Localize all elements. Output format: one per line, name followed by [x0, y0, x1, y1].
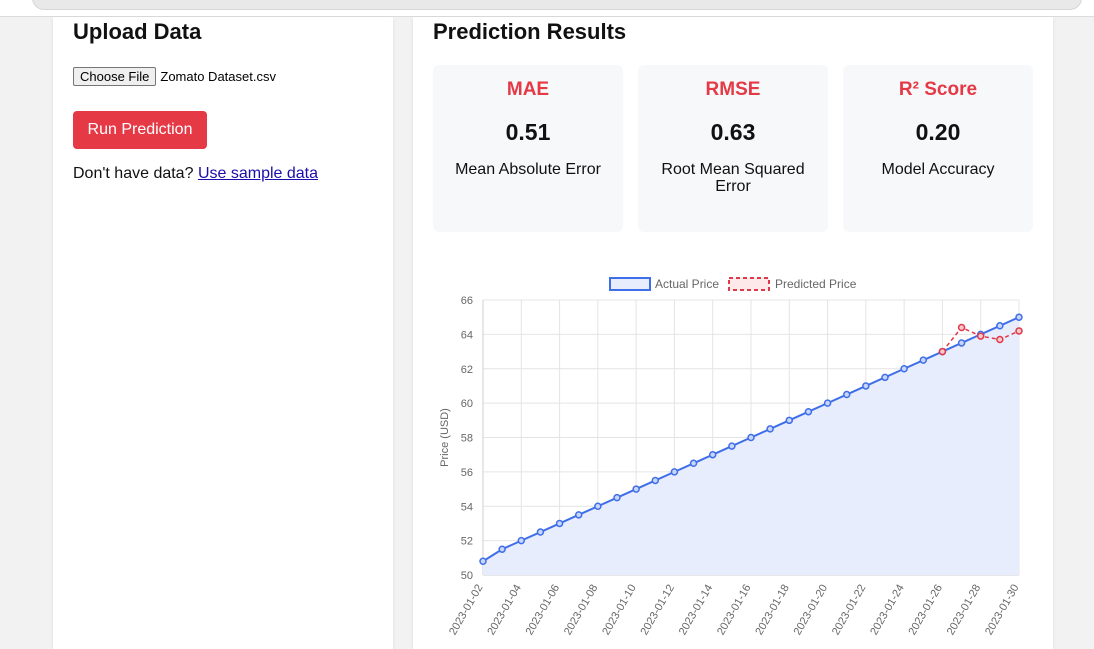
metric-description: Root Mean Squared Error	[661, 161, 805, 195]
y-tick-label: 56	[461, 467, 473, 479]
x-tick-label: 2023-01-24	[868, 583, 907, 638]
actual-price-point	[498, 545, 506, 553]
legend-label-predicted: Predicted Price	[775, 277, 857, 291]
metric-card-r2: R² Score 0.20 Model Accuracy	[843, 65, 1033, 232]
actual-price-point	[881, 373, 889, 382]
predicted-price-point	[1015, 327, 1023, 335]
legend-swatch-actual	[609, 277, 651, 291]
x-tick-label: 2023-01-12	[638, 583, 677, 638]
selected-file-name: Zomato Dataset.csv	[160, 69, 276, 84]
predicted-price-point	[938, 347, 947, 356]
y-tick-label: 60	[461, 398, 473, 410]
actual-price-point	[594, 502, 602, 510]
actual-price-point	[574, 511, 583, 519]
y-axis-title: Price (USD)	[439, 408, 451, 467]
run-prediction-button[interactable]: Run Prediction	[73, 111, 207, 149]
actual-price-point	[842, 390, 851, 399]
actual-price-point	[766, 425, 774, 433]
metric-description: Mean Absolute Error	[455, 161, 601, 178]
predicted-price-point	[976, 332, 985, 340]
x-tick-label: 2023-01-28	[945, 583, 984, 638]
actual-price-point	[804, 407, 813, 416]
browser-toolbar	[0, 0, 1094, 17]
results-heading: Prediction Results	[433, 19, 627, 44]
actual-price-point	[996, 322, 1004, 330]
y-tick-label: 62	[461, 364, 473, 376]
y-tick-label: 52	[461, 536, 473, 548]
actual-price-point	[689, 459, 698, 468]
actual-price-point	[1015, 313, 1023, 321]
metric-title: R² Score	[898, 79, 978, 100]
x-tick-label: 2023-01-26	[906, 583, 945, 638]
y-tick-label: 54	[461, 501, 473, 513]
x-tick-label: 2023-01-16	[715, 583, 754, 638]
x-tick-label: 2023-01-04	[485, 583, 524, 638]
x-tick-label: 2023-01-20	[792, 583, 831, 638]
use-sample-data-link[interactable]: Use sample data	[198, 165, 318, 182]
sample-data-prompt: Don't have data?	[73, 165, 194, 182]
upload-heading: Upload Data	[73, 19, 202, 44]
actual-price-point	[785, 416, 794, 425]
metric-card-mae: MAE 0.51 Mean Absolute Error	[433, 65, 623, 232]
actual-price-point	[517, 536, 526, 545]
metric-value: 0.51	[505, 119, 551, 145]
x-tick-label: 2023-01-02	[447, 583, 486, 638]
x-tick-label: 2023-01-30	[983, 583, 1022, 638]
metric-value: 0.20	[915, 119, 961, 145]
actual-price-point	[670, 468, 679, 476]
actual-price-point	[900, 365, 908, 373]
actual-price-point	[613, 493, 621, 502]
address-bar[interactable]	[32, 0, 1082, 10]
actual-price-point	[862, 382, 870, 390]
predicted-price-point	[957, 323, 966, 332]
metric-card-rmse: RMSE 0.63 Root Mean Squared Error	[638, 65, 828, 232]
metric-title: MAE	[506, 79, 550, 100]
choose-file-button[interactable]: Choose File	[73, 67, 157, 86]
actual-price-point	[919, 356, 928, 364]
y-tick-label: 50	[461, 570, 473, 582]
y-tick-label: 58	[461, 433, 473, 445]
file-input[interactable]: Choose File Zomato Dataset.csv	[73, 67, 276, 86]
actual-price-point	[536, 528, 545, 536]
x-tick-label: 2023-01-08	[562, 583, 601, 638]
actual-price-point	[708, 450, 717, 459]
metric-title: RMSE	[705, 79, 761, 100]
actual-price-point	[747, 433, 755, 442]
y-tick-label: 64	[461, 329, 473, 341]
sample-data-row: Don't have data? Use sample data	[73, 165, 318, 183]
x-tick-label: 2023-01-06	[524, 583, 563, 638]
actual-price-point	[651, 476, 660, 485]
x-tick-label: 2023-01-18	[753, 583, 792, 638]
results-panel: Prediction Results MAE 0.51 Mean Absolut…	[413, 17, 1053, 649]
actual-price-point	[555, 519, 564, 528]
actual-price-point	[479, 557, 487, 565]
y-tick-label: 66	[461, 295, 473, 307]
predicted-price-point	[996, 335, 1004, 344]
legend-swatch-predicted	[728, 277, 770, 291]
price-chart: 5052545658606264662023-01-02 2023-01-04 20…	[439, 277, 1023, 638]
actual-price-point	[823, 399, 832, 407]
actual-price-point	[632, 485, 640, 493]
x-tick-label: 2023-01-22	[830, 583, 869, 638]
x-tick-label: 2023-01-14	[677, 583, 716, 638]
upload-panel: Upload Data Choose File Zomato Dataset.c…	[53, 17, 393, 649]
legend-label-actual: Actual Price	[655, 277, 719, 291]
actual-price-point	[728, 442, 736, 450]
x-tick-label: 2023-01-10	[600, 583, 639, 638]
metric-description: Model Accuracy	[881, 161, 995, 178]
metric-value: 0.63	[710, 119, 756, 145]
actual-price-point	[957, 339, 966, 347]
